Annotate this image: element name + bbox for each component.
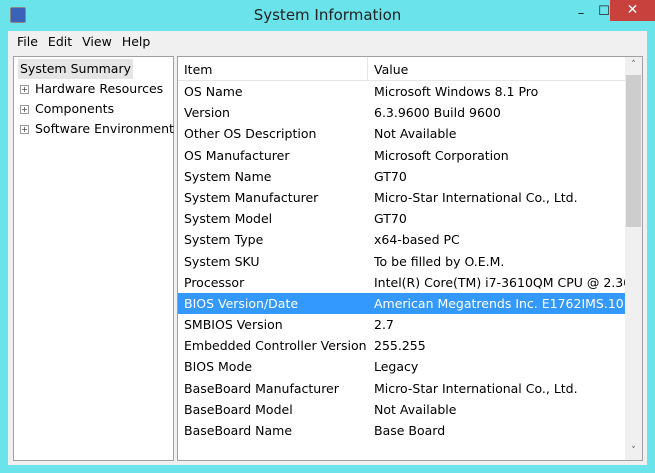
- value-cell: Micro-Star International Co., Ltd.: [374, 189, 578, 205]
- column-header-item[interactable]: Item: [178, 57, 368, 80]
- category-tree: System Summary + Hardware Resources + Compo…: [13, 56, 174, 461]
- item-cell: Other OS Description: [184, 126, 317, 142]
- client-area: File Edit View Help System Summary + Hard…: [8, 31, 647, 465]
- menu-bar: File Edit View Help: [8, 31, 155, 51]
- value-cell: 2.7: [374, 317, 394, 333]
- item-cell: BIOS Mode: [184, 359, 253, 375]
- value-cell: American Megatrends Inc. E1762IMS.10M,: [374, 295, 626, 311]
- table-row[interactable]: OS Name Microsoft Windows 8.1 Pro: [178, 81, 626, 102]
- item-cell: System SKU: [184, 253, 260, 269]
- item-cell: System Name: [184, 168, 272, 184]
- menu-view[interactable]: View: [77, 31, 117, 51]
- table-row[interactable]: System Name GT70: [178, 166, 626, 187]
- menu-help[interactable]: Help: [117, 31, 156, 51]
- table-row[interactable]: BaseBoard Model Not Available: [178, 399, 626, 420]
- value-cell: Microsoft Windows 8.1 Pro: [374, 84, 539, 99]
- table-row[interactable]: OS Manufacturer Microsoft Corporation: [178, 145, 626, 166]
- vertical-scrollbar[interactable]: ˄ ˅: [625, 57, 642, 460]
- item-cell: System Manufacturer: [184, 189, 319, 205]
- table-row[interactable]: Embedded Controller Version 255.255: [178, 335, 626, 356]
- item-cell: System Model: [184, 211, 273, 227]
- value-cell: GT70: [374, 168, 407, 184]
- value-cell: Micro-Star International Co., Ltd.: [374, 380, 578, 396]
- tree-item[interactable]: + Software Environment: [14, 119, 174, 139]
- table-row[interactable]: SMBIOS Version 2.7: [178, 314, 626, 335]
- item-cell: OS Manufacturer: [184, 147, 290, 163]
- scroll-down-arrow-icon[interactable]: ˅: [625, 443, 642, 460]
- menu-file[interactable]: File: [12, 31, 43, 51]
- item-cell: System Type: [184, 232, 264, 248]
- list-header: Item Value: [178, 57, 642, 81]
- value-cell: To be filled by O.E.M.: [374, 253, 505, 269]
- table-row[interactable]: BaseBoard Manufacturer Micro-Star Interna…: [178, 378, 626, 399]
- value-cell: 6.3.9600 Build 9600: [374, 105, 501, 121]
- details-list: Item Value OS Name Microsoft Windows 8.1 …: [177, 56, 643, 461]
- value-cell: Intel(R) Core(TM) i7-3610QM CPU @ 2.30G: [374, 274, 626, 290]
- table-row[interactable]: BIOS Version/Date American Megatrends Inc…: [178, 292, 626, 315]
- table-row[interactable]: Version 6.3.9600 Build 9600: [178, 102, 626, 123]
- column-header-value[interactable]: Value: [368, 57, 642, 80]
- scrollbar-thumb[interactable]: [626, 75, 641, 227]
- tree-item-system-summary[interactable]: System Summary: [18, 59, 133, 79]
- menu-edit[interactable]: Edit: [43, 31, 77, 51]
- table-row[interactable]: BaseBoard Name Base Board: [178, 420, 626, 441]
- table-row[interactable]: Other OS Description Not Available: [178, 123, 626, 144]
- table-row[interactable]: System Manufacturer Micro-Star Internatio…: [178, 187, 626, 208]
- item-cell: Version: [184, 105, 230, 121]
- item-cell: Embedded Controller Version: [184, 338, 367, 354]
- value-cell: x64-based PC: [374, 232, 460, 248]
- tree-item[interactable]: + Hardware Resources: [14, 79, 173, 99]
- table-row[interactable]: System SKU To be filled by O.E.M.: [178, 251, 626, 272]
- item-cell: BaseBoard Model: [184, 401, 293, 417]
- item-cell: BaseBoard Manufacturer: [184, 380, 339, 396]
- table-row[interactable]: BIOS Mode Legacy: [178, 356, 626, 377]
- tree-item-label: Hardware Resources: [35, 81, 164, 96]
- expand-icon[interactable]: +: [20, 105, 29, 114]
- item-cell: BaseBoard Name: [184, 423, 293, 438]
- title-bar: System Information – ☐ ✕: [0, 0, 655, 32]
- value-cell: GT70: [374, 211, 407, 227]
- value-cell: Not Available: [374, 126, 457, 142]
- table-row[interactable]: System Model GT70: [178, 208, 626, 229]
- tree-item-label: Software Environment: [35, 121, 174, 136]
- tree-item[interactable]: + Components: [14, 99, 173, 119]
- expand-icon[interactable]: +: [20, 125, 29, 134]
- scroll-up-arrow-icon[interactable]: ˄: [625, 57, 642, 74]
- close-button[interactable]: ✕: [610, 0, 655, 21]
- value-cell: Base Board: [374, 423, 446, 438]
- table-row[interactable]: System Type x64-based PC: [178, 229, 626, 250]
- value-cell: Microsoft Corporation: [374, 147, 509, 163]
- item-cell: Processor: [184, 274, 245, 290]
- item-cell: BIOS Version/Date: [184, 295, 299, 311]
- expand-icon[interactable]: +: [20, 85, 29, 94]
- value-cell: Not Available: [374, 401, 457, 417]
- item-cell: SMBIOS Version: [184, 317, 283, 333]
- value-cell: Legacy: [374, 359, 419, 375]
- tree-item-label: Components: [35, 101, 115, 116]
- value-cell: 255.255: [374, 338, 426, 354]
- item-cell: OS Name: [184, 84, 243, 99]
- table-row[interactable]: Processor Intel(R) Core(TM) i7-3610QM CPU…: [178, 272, 626, 293]
